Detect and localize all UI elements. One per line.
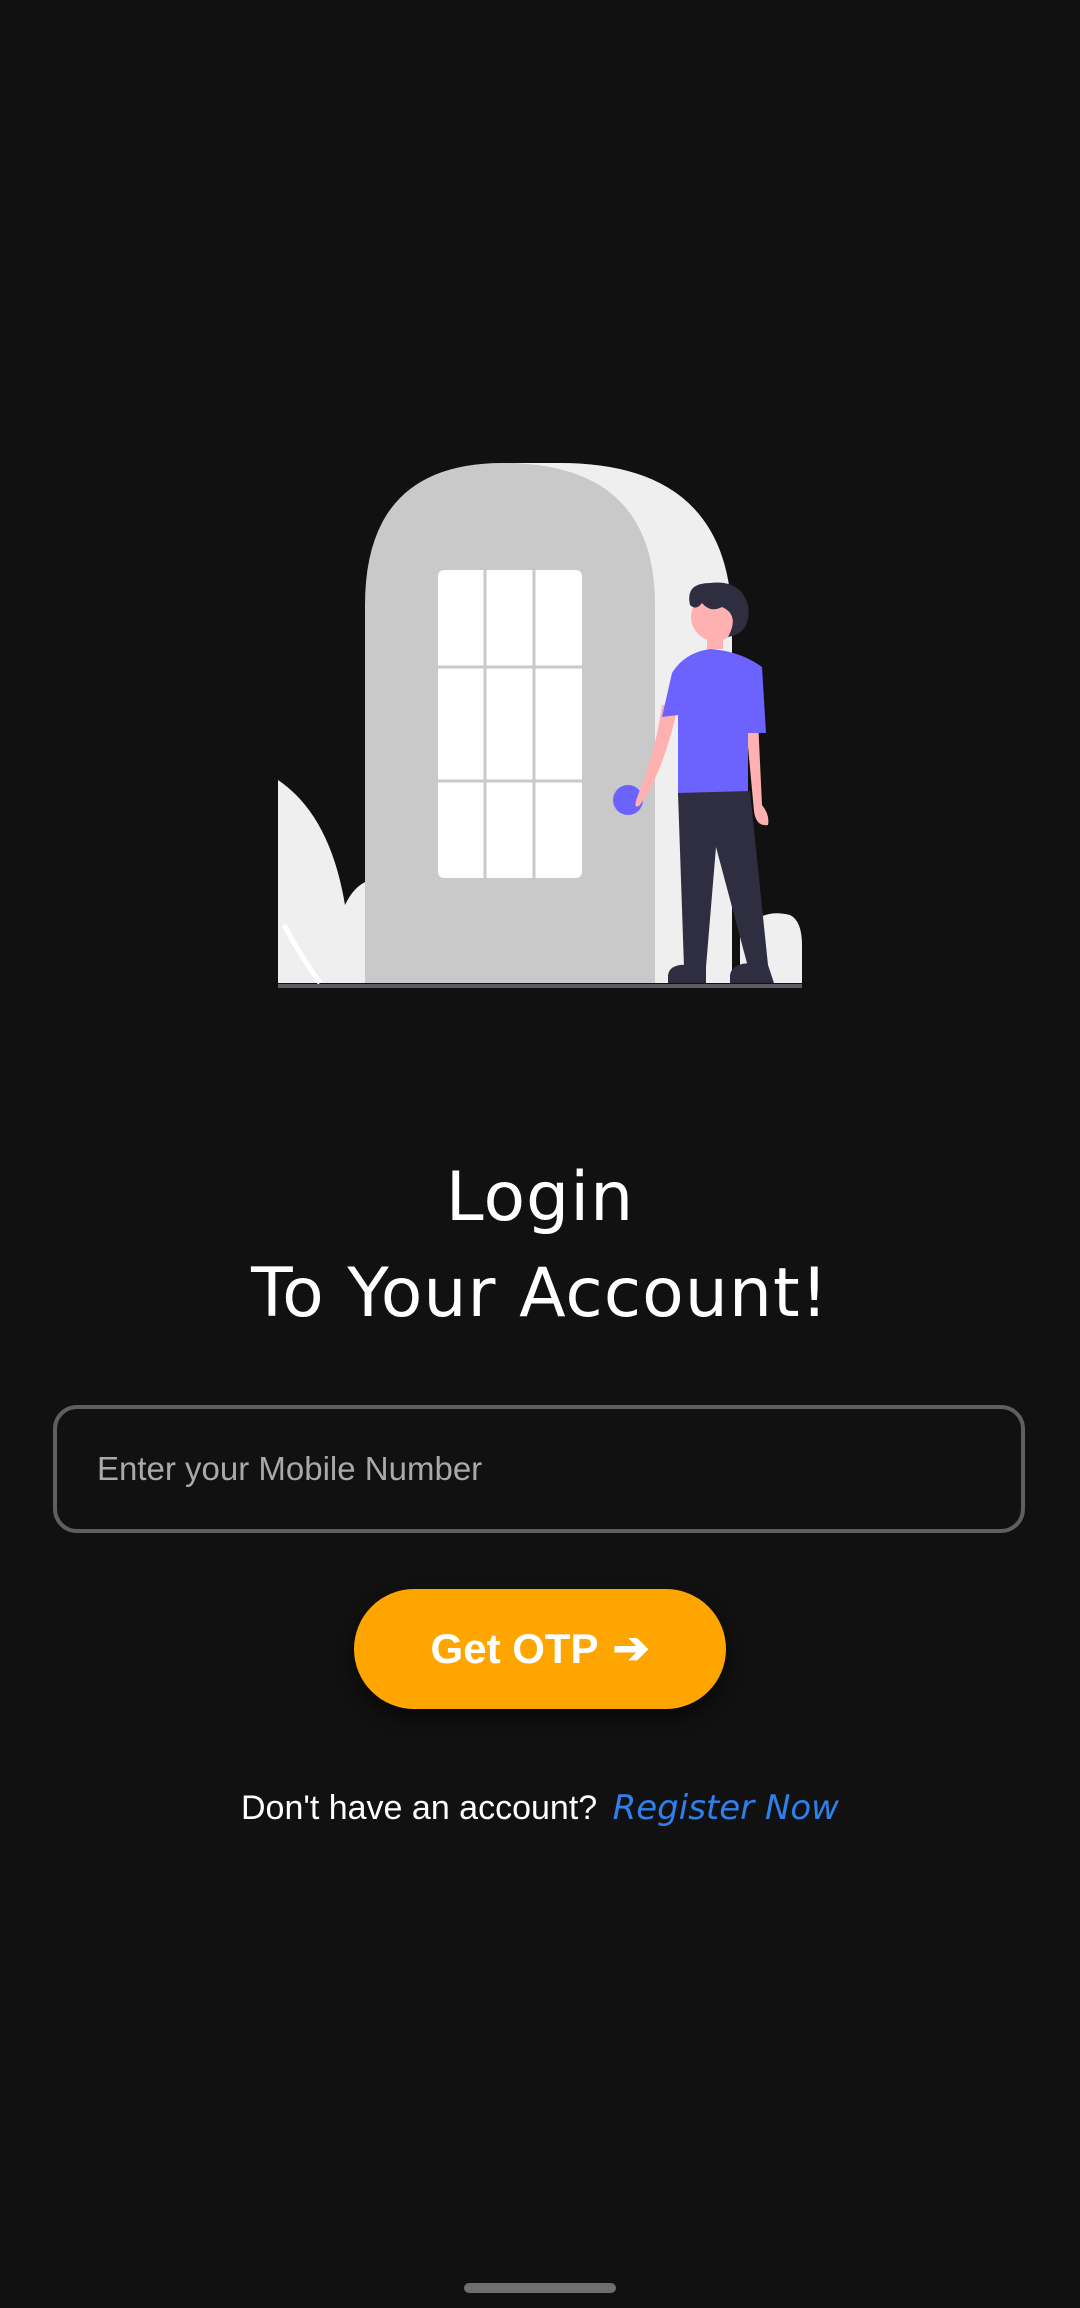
register-now-link[interactable]: Register Now bbox=[613, 1788, 839, 1828]
mobile-number-input[interactable] bbox=[57, 1409, 1021, 1529]
title-line-account: To Your Account! bbox=[251, 1254, 829, 1333]
register-prompt-text: Don't have an account? bbox=[240, 1789, 598, 1827]
home-indicator[interactable] bbox=[464, 2283, 616, 2293]
register-prompt-row: Don't have an account? Register Now bbox=[0, 1788, 1080, 1828]
person-at-door-illustration bbox=[270, 455, 810, 990]
get-otp-button[interactable]: Get OTP ➔ bbox=[354, 1589, 726, 1709]
arrow-right-icon: ➔ bbox=[612, 1624, 650, 1673]
mobile-number-field[interactable] bbox=[53, 1405, 1025, 1533]
get-otp-label: Get OTP bbox=[430, 1625, 599, 1672]
page-title: Login To Your Account! bbox=[0, 1150, 1080, 1342]
title-line-login: Login bbox=[445, 1158, 635, 1237]
